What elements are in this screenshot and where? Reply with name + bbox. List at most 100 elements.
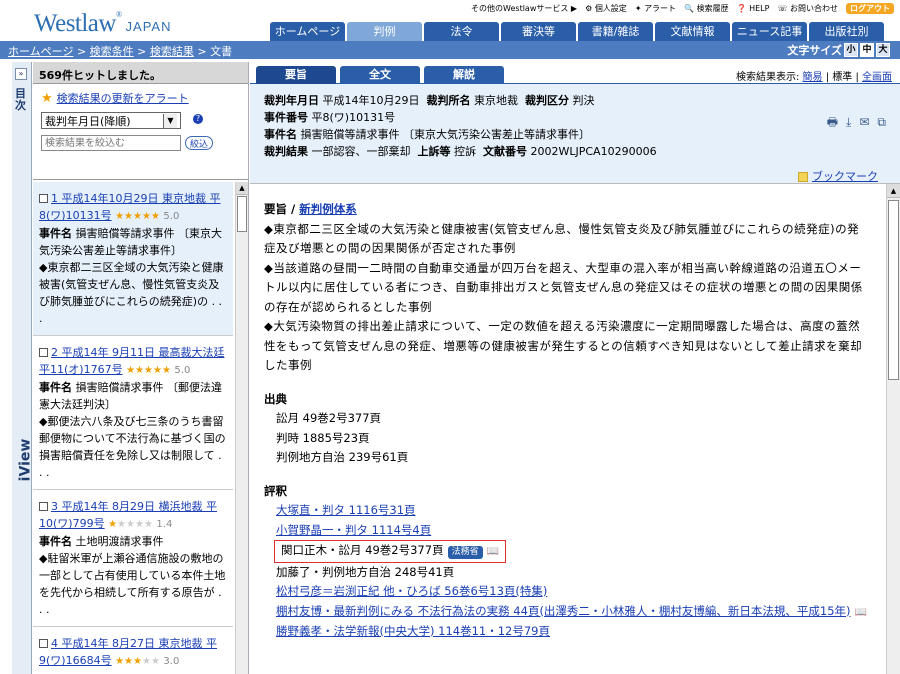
breadcrumb: ホームページ > 検索条件 > 検索結果 > 文書 <box>8 45 233 58</box>
top-bar: Westlaw®JAPAN その他のWestlawサービス ▶ ⚙ 個人設定 ✦… <box>0 0 900 42</box>
display-simple-link[interactable]: 簡易 <box>803 72 823 83</box>
logout-button[interactable]: ログアウト <box>846 2 894 14</box>
tab-decisions[interactable]: 審決等 <box>501 22 576 41</box>
result-item[interactable]: 3 平成14年 8月29日 横浜地裁 平10(ワ)799号 ★★★★★ 1.4 … <box>33 490 233 627</box>
review-link[interactable]: 小賀野晶一・判タ 1114号4頁 <box>276 523 431 537</box>
case-label: 事件名 <box>39 227 72 240</box>
tab-statutes[interactable]: 法令 <box>424 22 499 41</box>
help-icon[interactable]: ? <box>193 114 203 124</box>
meta-label: 裁判結果 <box>264 145 308 158</box>
tab-books[interactable]: 書籍/雑誌 <box>578 22 653 41</box>
history-link[interactable]: 🔍 検索履歴 <box>684 3 729 14</box>
results-scrollbar[interactable]: ▲ <box>235 182 248 674</box>
breadcrumb-bar: ホームページ > 検索条件 > 検索結果 > 文書 文字サイズ 小 中 大 <box>0 41 900 59</box>
westlaw-logo[interactable]: Westlaw®JAPAN <box>34 10 171 38</box>
results-list: 1 平成14年10月29日 東京地裁 平8(ワ)10131号 ★★★★★ 5.0… <box>33 182 233 674</box>
new-case-system-link[interactable]: 新判例体系 <box>299 202 357 216</box>
court-name: 東京地裁 <box>474 94 518 107</box>
sort-select[interactable]: 裁判年月日(降順) ▼ <box>41 112 181 129</box>
font-medium-button[interactable]: 中 <box>860 43 874 57</box>
alert-link[interactable]: ✦ アラート <box>635 3 676 14</box>
review-link[interactable]: 勝野義孝・法学新報(中央大学) 114巻11・12号79頁 <box>276 624 550 638</box>
review-link[interactable]: 大塚直・判タ 1116号31頁 <box>276 503 416 517</box>
update-alert-link[interactable]: 検索結果の更新をアラート <box>57 90 189 106</box>
new-window-icon[interactable]: ⧉ <box>877 114 886 131</box>
narrow-button[interactable]: 絞込 <box>185 136 214 150</box>
crumb-search-conditions[interactable]: 検索条件 <box>90 45 134 58</box>
ministry-badge[interactable]: 法務省 <box>447 546 483 559</box>
display-full-link[interactable]: 全画面 <box>862 72 892 83</box>
scroll-up-icon[interactable]: ▲ <box>236 182 248 195</box>
tab-commentary[interactable]: 解説 <box>424 66 504 84</box>
expand-icon[interactable]: » <box>15 68 27 80</box>
narrow-input[interactable] <box>41 135 181 151</box>
email-icon[interactable]: ✉ <box>859 114 869 131</box>
star-alert-icon: ★ <box>41 90 53 106</box>
toc-label[interactable]: 目次 <box>15 88 29 112</box>
download-icon[interactable]: ⤓ <box>846 114 851 131</box>
result-item[interactable]: 4 平成14年 8月27日 東京地裁 平9(ワ)16684号 ★★★★★ 3.0 <box>33 627 233 674</box>
print-icon[interactable]: 🖶 <box>827 114 838 131</box>
bookmark-link[interactable]: ブックマーク <box>812 168 878 185</box>
personal-settings-link[interactable]: ⚙ 個人設定 <box>585 3 627 14</box>
other-services-link[interactable]: その他のWestlawサービス ▶ <box>471 3 577 14</box>
sort-value: 裁判年月日(降順) <box>45 114 131 128</box>
bookmark-icon <box>798 171 808 182</box>
scroll-thumb[interactable] <box>888 200 899 380</box>
document-pane: 要旨 全文 解説 検索結果表示: 簡易 | 標準 | 全画面 裁判年月日 平成1… <box>250 62 900 674</box>
contact-link[interactable]: ☏ お問い合わせ <box>777 3 838 14</box>
document-number: 2002WLJPCA10290006 <box>530 145 657 158</box>
font-small-button[interactable]: 小 <box>844 43 858 57</box>
tab-literature[interactable]: 文献情報 <box>655 22 730 41</box>
utility-links: その他のWestlawサービス ▶ ⚙ 個人設定 ✦ アラート 🔍 検索履歴 ❓… <box>471 1 894 15</box>
logo-mark: ® <box>115 10 122 19</box>
tab-news[interactable]: ニュース記事 <box>732 22 807 41</box>
scroll-thumb[interactable] <box>237 196 247 232</box>
results-controls: ★ 検索結果の更新をアラート 裁判年月日(降順) ▼ ? 絞込 <box>33 84 248 180</box>
meta-label: 裁判所名 <box>426 94 471 107</box>
main-tabs: ホームページ 判例 法令 審決等 書籍/雑誌 文献情報 ニュース記事 出版社別 <box>270 22 884 41</box>
book-icon[interactable]: 📖 <box>855 603 867 623</box>
display-standard: 標準 <box>832 72 853 83</box>
help-link[interactable]: ❓ HELP <box>737 4 770 13</box>
meta-label: 上訴等 <box>417 145 451 158</box>
rating-stars: ★★★★★ <box>126 365 171 376</box>
book-icon[interactable]: 📖 <box>487 542 499 562</box>
document-scrollbar[interactable]: ▲ <box>886 184 900 674</box>
iview-sidebar: » 目次 iView <box>12 62 33 674</box>
tab-summary[interactable]: 要旨 <box>256 66 336 84</box>
summary-paragraph: ◆当該道路の昼間一二時間の自動車交通量が四万台を超え、大型車の混入率が相当高い幹… <box>264 260 863 314</box>
result-checkbox[interactable] <box>39 639 48 648</box>
font-large-button[interactable]: 大 <box>876 43 890 57</box>
tab-cases[interactable]: 判例 <box>347 22 422 41</box>
document-tabs: 要旨 全文 解説 検索結果表示: 簡易 | 標準 | 全画面 <box>250 62 900 84</box>
meta-label: 裁判年月日 <box>264 94 319 107</box>
meta-label: 文献番号 <box>483 145 527 158</box>
result-checkbox[interactable] <box>39 502 48 511</box>
tab-home[interactable]: ホームページ <box>270 22 345 41</box>
document-tools: 🖶 ⤓ ✉ ⧉ <box>827 114 886 131</box>
summary-paragraph: ◆東京都二三区全域の大気汚染と健康被害(気管支ぜん息、慢性気管支炎及び肺気腫並び… <box>264 221 860 256</box>
case-number: 平8(ワ)10131号 <box>311 111 396 124</box>
tab-fulltext[interactable]: 全文 <box>340 66 420 84</box>
appeal-status: 控訴 <box>454 145 476 158</box>
rating-stars: ★★★★★ <box>115 211 160 222</box>
meta-label: 事件番号 <box>264 111 308 124</box>
result-checkbox[interactable] <box>39 194 48 203</box>
result-checkbox[interactable] <box>39 348 48 357</box>
tab-publishers[interactable]: 出版社別 <box>809 22 884 41</box>
crumb-home[interactable]: ホームページ <box>8 45 73 58</box>
review-link[interactable]: 棚村友博・最新判例にみる 不法行為法の実務 44頁(出澤秀二・小林雅人・棚村友博… <box>276 604 851 618</box>
hit-count: 569件ヒットしました。 <box>33 62 248 84</box>
result-item[interactable]: 1 平成14年10月29日 東京地裁 平8(ワ)10131号 ★★★★★ 5.0… <box>33 182 233 336</box>
result-item[interactable]: 2 平成14年 9月11日 最高裁大法廷 平11(オ)1767号 ★★★★★ 5… <box>33 336 233 490</box>
alert-row: ★ 検索結果の更新をアラート <box>41 90 240 106</box>
source-item: 判例地方自治 239号61頁 <box>276 450 409 464</box>
review-item: 加藤了・判例地方自治 248号41頁 <box>276 564 455 579</box>
crumb-search-results[interactable]: 検索結果 <box>150 45 194 58</box>
review-link[interactable]: 松村弓彦＝岩渕正紀 他・ひろば 56巻6号13頁(特集) <box>276 584 547 598</box>
result-summary: ◆郵便法六八条及び七三条のうち書留郵便物について不法行為に基づく国の損害賠償責任… <box>39 415 226 479</box>
case-label: 事件名 <box>39 381 72 394</box>
rating-value: 3.0 <box>163 656 180 667</box>
scroll-up-icon[interactable]: ▲ <box>887 184 900 198</box>
